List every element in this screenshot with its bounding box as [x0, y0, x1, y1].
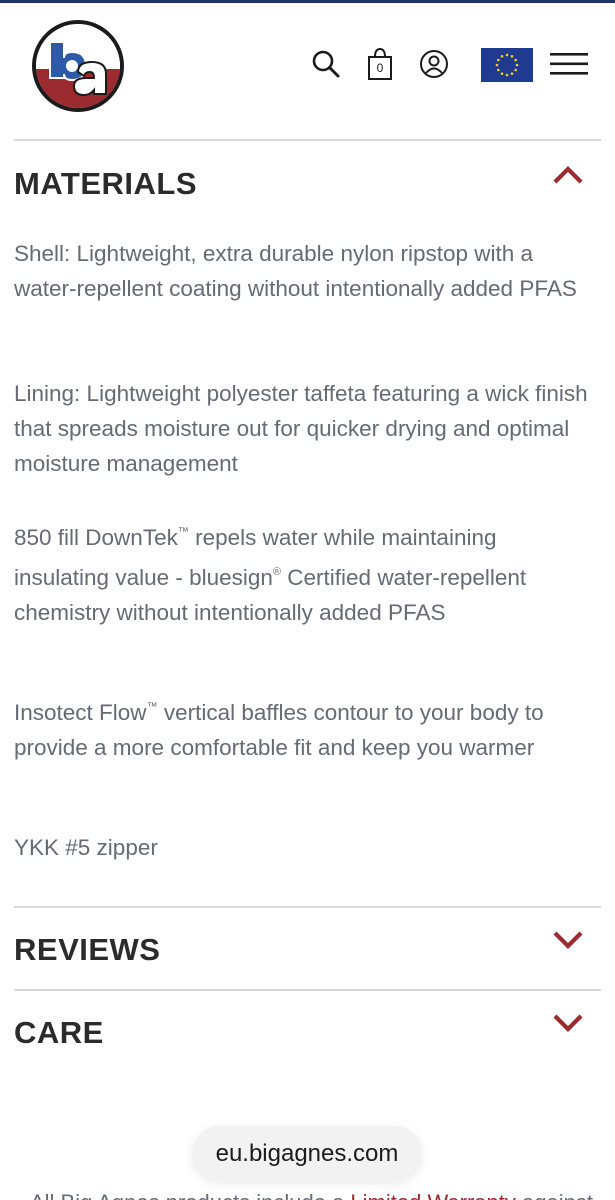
- section-divider: [14, 139, 601, 141]
- region-selector-button[interactable]: [481, 48, 533, 82]
- materials-paragraph-lining: Lining: Lightweight polyester taffeta fe…: [14, 381, 588, 476]
- section-divider: [14, 906, 601, 908]
- materials-section-header[interactable]: MATERIALS: [14, 166, 197, 202]
- flag-star: [497, 58, 500, 62]
- hamburger-menu-icon: [550, 53, 588, 75]
- section-divider: [14, 989, 601, 991]
- flag-star: [497, 68, 500, 72]
- cart-count-badge: 0: [376, 61, 384, 75]
- materials-paragraph-baffles: Insotect Flow™ vertical baffles contour …: [14, 700, 544, 760]
- flag-star: [514, 58, 517, 62]
- flag-star: [505, 53, 509, 57]
- search-icon: [312, 50, 340, 78]
- flag-star: [510, 72, 514, 75]
- flag-star: [505, 73, 509, 77]
- eu-flag-icon: [481, 48, 533, 82]
- chevron-down-icon[interactable]: [552, 1012, 584, 1034]
- search-button[interactable]: [308, 44, 344, 84]
- flag-star: [515, 63, 519, 67]
- browser-url-bar[interactable]: eu.bigagnes.com: [192, 1126, 422, 1182]
- warranty-link[interactable]: Limited Warranty: [350, 1190, 515, 1200]
- user-icon: [420, 50, 448, 78]
- chevron-down-icon[interactable]: [552, 929, 584, 951]
- materials-paragraph-shell: Shell: Lightweight, extra durable nylon …: [14, 241, 577, 301]
- care-section-header[interactable]: CARE: [14, 1015, 104, 1051]
- reviews-section-header[interactable]: REVIEWS: [14, 932, 160, 968]
- brand-logo[interactable]: [32, 20, 124, 112]
- warranty-text: All Big Agnes products include a Limited…: [30, 1190, 610, 1200]
- flag-star: [514, 68, 517, 72]
- flag-star: [510, 55, 514, 58]
- materials-paragraph-fill: 850 fill DownTek™ repels water while mai…: [14, 525, 527, 625]
- flag-star: [495, 63, 499, 67]
- materials-paragraph-zipper: YKK #5 zipper: [14, 835, 158, 860]
- logo-badge: [36, 24, 120, 108]
- logo-letters-icon: [49, 41, 107, 97]
- site-header: 0: [0, 0, 615, 130]
- cart-button[interactable]: 0: [362, 44, 398, 84]
- flag-star: [500, 55, 504, 58]
- menu-button[interactable]: [549, 44, 589, 84]
- account-button[interactable]: [416, 44, 452, 84]
- flag-star: [500, 72, 504, 75]
- chevron-up-icon[interactable]: [552, 164, 584, 186]
